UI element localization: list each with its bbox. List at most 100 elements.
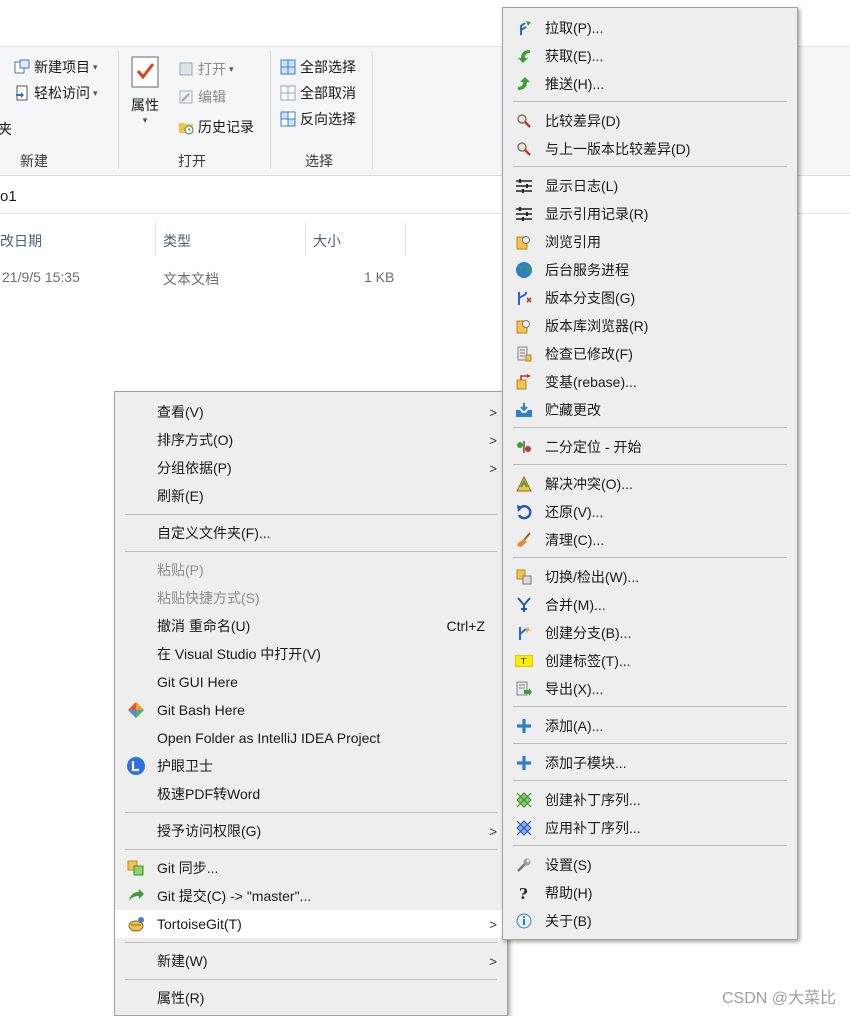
submenu-item-create-branch[interactable]: 创建分支(B)... xyxy=(503,619,797,647)
rebase-icon xyxy=(515,373,533,391)
submenu-item-browse-refs[interactable]: 浏览引用 xyxy=(503,228,797,256)
column-divider[interactable] xyxy=(155,222,156,256)
submenu-item-settings[interactable]: 设置(S) xyxy=(503,851,797,879)
merge-icon xyxy=(515,596,533,614)
submenu-item-repo-browser[interactable]: 版本库浏览器(R) xyxy=(503,312,797,340)
submenu-item-diff[interactable]: 比较差异(D) xyxy=(503,107,797,135)
menu-item-group[interactable]: 分组依据(P) > xyxy=(115,454,507,482)
menu-item-pdf-to-word[interactable]: 极速PDF转Word xyxy=(115,780,507,808)
menu-item-git-gui[interactable]: Git GUI Here xyxy=(115,668,507,696)
submenu-item-help[interactable]: ? 帮助(H) xyxy=(503,879,797,907)
chevron-right-icon: > xyxy=(489,953,497,969)
submenu-item-daemon[interactable]: 后台服务进程 xyxy=(503,256,797,284)
submenu-item-diff-previous[interactable]: 与上一版本比较差异(D) xyxy=(503,135,797,163)
edit-label: 编辑 xyxy=(198,89,226,105)
submenu-item-revision-graph[interactable]: 版本分支图(G) xyxy=(503,284,797,312)
invert-select-button[interactable]: 反向选择 xyxy=(280,109,356,129)
menu-separator xyxy=(125,979,497,980)
submenu-item-pull[interactable]: 拉取(P)... xyxy=(503,14,797,42)
submenu-item-create-tag[interactable]: T 创建标签(T)... xyxy=(503,647,797,675)
submenu-item-reflog[interactable]: 显示引用记录(R) xyxy=(503,200,797,228)
menu-item-eye-guard[interactable]: 护眼卫士 xyxy=(115,752,507,780)
divider xyxy=(270,51,271,169)
history-button[interactable]: 历史记录 xyxy=(178,117,254,137)
menu-item-customize-folder[interactable]: 自定义文件夹(F)... xyxy=(115,519,507,547)
easy-access-icon xyxy=(16,85,28,101)
menu-item-grant-access[interactable]: 授予访问权限(G) > xyxy=(115,817,507,845)
submenu-item-create-patch[interactable]: 创建补丁序列... xyxy=(503,786,797,814)
select-none-button[interactable]: 全部取消 xyxy=(280,83,356,103)
submenu-item-apply-patch[interactable]: 应用补丁序列... xyxy=(503,814,797,842)
menu-separator xyxy=(513,101,787,102)
submenu-item-merge[interactable]: 合并(M)... xyxy=(503,591,797,619)
menu-item-paste-shortcut[interactable]: 粘贴快捷方式(S) xyxy=(115,584,507,612)
menu-separator xyxy=(513,743,787,744)
submenu-item-revert[interactable]: 还原(V)... xyxy=(503,498,797,526)
open-button[interactable]: 打开 ▾ xyxy=(178,59,234,79)
column-header-size[interactable]: 大小 xyxy=(313,231,341,251)
group-label-new: 新建 xyxy=(20,153,48,169)
chevron-down-icon: ▾ xyxy=(93,61,98,72)
menu-item-view[interactable]: 查看(V) > xyxy=(115,398,507,426)
menu-item-paste[interactable]: 粘贴(P) xyxy=(115,556,507,584)
menu-item-intellij[interactable]: Open Folder as IntelliJ IDEA Project xyxy=(115,724,507,752)
submenu-item-check-modifications[interactable]: 检查已修改(F) xyxy=(503,340,797,368)
menu-item-undo-rename[interactable]: 撤消 重命名(U) Ctrl+Z xyxy=(115,612,507,640)
git-bash-icon xyxy=(127,701,145,719)
submenu-item-export[interactable]: 导出(X)... xyxy=(503,675,797,703)
group-label-select: 选择 xyxy=(305,153,333,169)
fetch-icon xyxy=(515,47,533,65)
check-modifications-icon xyxy=(515,345,533,363)
menu-item-git-bash[interactable]: Git Bash Here xyxy=(115,696,507,724)
column-divider[interactable] xyxy=(305,222,306,256)
column-header-date[interactable]: 改日期 xyxy=(0,231,42,251)
git-sync-icon xyxy=(127,859,145,877)
submenu-item-push[interactable]: 推送(H)... xyxy=(503,70,797,98)
magnifier-icon xyxy=(515,112,533,130)
menu-item-git-sync[interactable]: Git 同步... xyxy=(115,854,507,882)
watermark: CSDN @大菜比 xyxy=(721,990,836,1007)
submenu-item-add[interactable]: 添加(A)... xyxy=(503,712,797,740)
repo-browser-icon xyxy=(515,317,533,335)
menu-separator xyxy=(513,780,787,781)
menu-separator xyxy=(125,812,497,813)
select-all-button[interactable]: 全部选择 xyxy=(280,57,356,77)
new-item-button[interactable]: 新建项目 ▾ xyxy=(14,57,98,77)
log-icon xyxy=(515,205,533,223)
column-header-type[interactable]: 类型 xyxy=(163,231,191,251)
submenu-item-show-log[interactable]: 显示日志(L) xyxy=(503,172,797,200)
submenu-item-stash[interactable]: 贮藏更改 xyxy=(503,396,797,424)
menu-item-sort[interactable]: 排序方式(O) > xyxy=(115,426,507,454)
patch-icon xyxy=(515,791,533,809)
patch-icon xyxy=(515,819,533,837)
chevron-right-icon: > xyxy=(489,404,497,420)
edit-button[interactable]: 编辑 xyxy=(178,87,226,107)
chevron-down-icon: ▾ xyxy=(142,115,148,125)
submenu-item-resolve[interactable]: 解决冲突(O)... xyxy=(503,470,797,498)
submenu-item-rebase[interactable]: 变基(rebase)... xyxy=(503,368,797,396)
properties-icon xyxy=(131,56,159,88)
menu-item-git-commit[interactable]: Git 提交(C) -> "master"... xyxy=(115,882,507,910)
easy-access-button[interactable]: 轻松访问 ▾ xyxy=(14,83,98,103)
plus-icon xyxy=(515,717,533,735)
context-menu: 查看(V) > 排序方式(O) > 分组依据(P) > 刷新(E) 自定义文件夹(F)… xyxy=(114,391,508,1016)
broom-icon xyxy=(515,531,533,549)
menu-separator xyxy=(513,557,787,558)
menu-item-new[interactable]: 新建(W) > xyxy=(115,947,507,975)
branch-icon xyxy=(515,624,533,642)
menu-item-refresh[interactable]: 刷新(E) xyxy=(115,482,507,510)
menu-item-tortoisegit[interactable]: TortoiseGit(T) > xyxy=(115,910,507,938)
menu-item-properties[interactable]: 属性(R) xyxy=(115,984,507,1012)
submenu-item-bisect-start[interactable]: 二分定位 - 开始 xyxy=(503,433,797,461)
submenu-item-switch-checkout[interactable]: 切换/检出(W)... xyxy=(503,563,797,591)
menu-item-open-visual-studio[interactable]: 在 Visual Studio 中打开(V) xyxy=(115,640,507,668)
bisect-icon xyxy=(515,438,533,456)
submenu-item-about[interactable]: 关于(B) xyxy=(503,907,797,935)
submenu-item-fetch[interactable]: 获取(E)... xyxy=(503,42,797,70)
shortcut-text: Ctrl+Z xyxy=(446,618,486,634)
chevron-right-icon: > xyxy=(489,432,497,448)
submenu-item-add-submodule[interactable]: 添加子模块... xyxy=(503,749,797,777)
column-divider[interactable] xyxy=(405,222,406,256)
submenu-item-cleanup[interactable]: 清理(C)... xyxy=(503,526,797,554)
properties-button[interactable]: 属性 ▾ xyxy=(130,55,160,126)
